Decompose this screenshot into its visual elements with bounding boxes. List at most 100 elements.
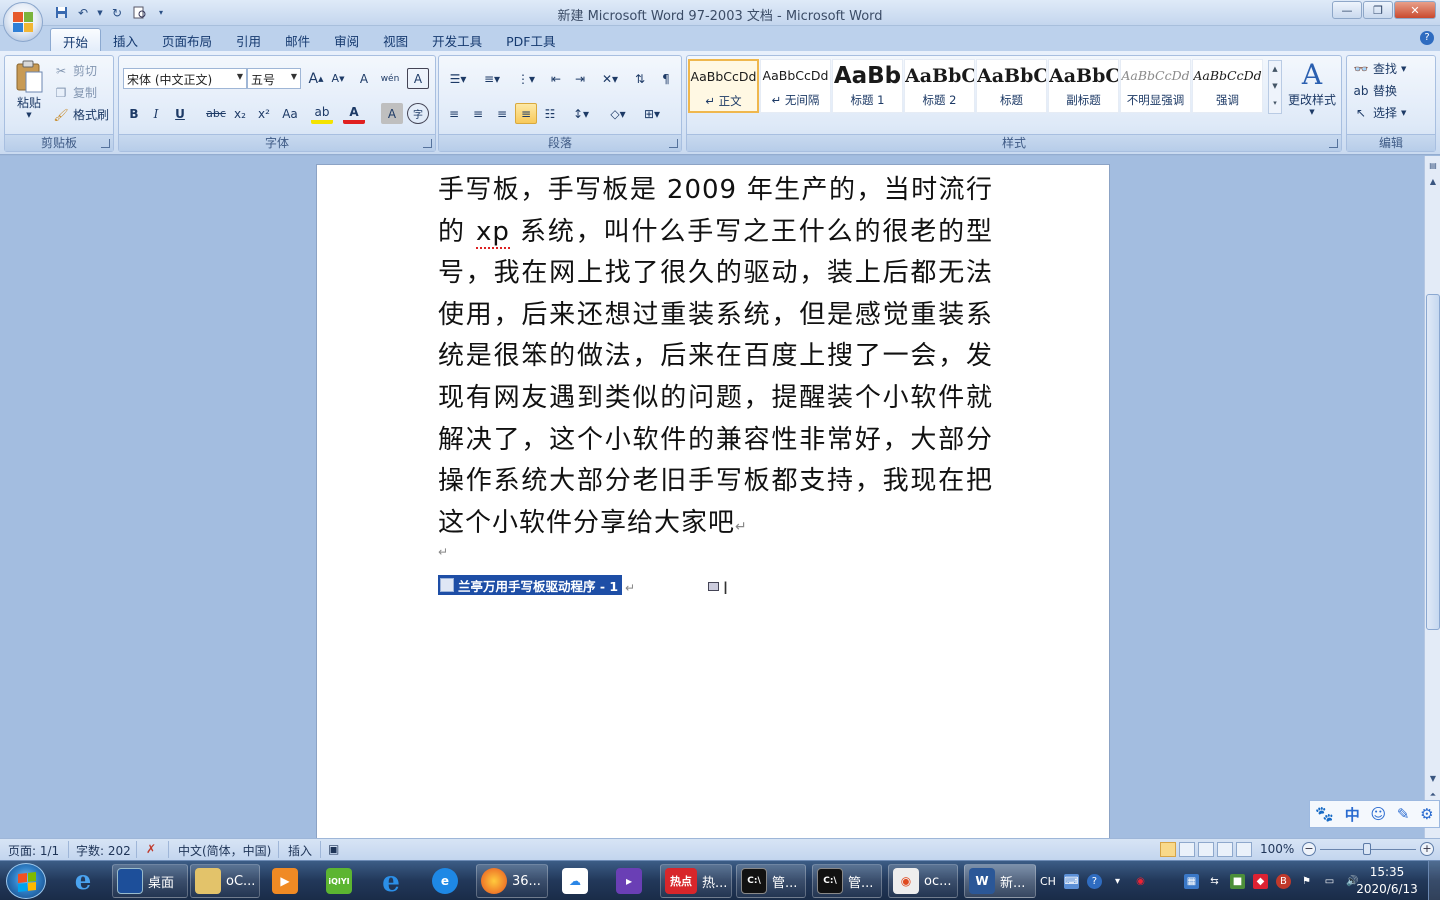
taskbar-word[interactable]: W 新... bbox=[964, 864, 1036, 898]
char-shading-button[interactable]: A bbox=[381, 103, 403, 124]
align-right-icon[interactable]: ≡ bbox=[491, 103, 513, 124]
chevron-down-icon[interactable]: ▾ bbox=[1110, 874, 1125, 889]
show-desktop-button[interactable] bbox=[1428, 861, 1440, 900]
record-icon[interactable]: ◉ bbox=[1133, 874, 1148, 889]
tab-mailings[interactable]: 邮件 bbox=[273, 28, 322, 51]
tab-page-layout[interactable]: 页面布局 bbox=[150, 28, 224, 51]
bold-button[interactable]: B bbox=[123, 103, 145, 124]
taskbar-cmd-2[interactable]: C:\ 管... bbox=[812, 864, 882, 898]
select-button[interactable]: ↖ 选择 ▼ bbox=[1353, 104, 1406, 121]
italic-button[interactable]: I bbox=[145, 103, 167, 124]
antivirus-icon[interactable]: B bbox=[1275, 873, 1291, 889]
distributed-icon[interactable]: ☷ bbox=[539, 103, 561, 124]
shrink-font-button[interactable]: A ▼ bbox=[327, 68, 349, 89]
display-icon[interactable]: ▭ bbox=[1322, 874, 1337, 889]
tab-view[interactable]: 视图 bbox=[371, 28, 420, 51]
grid-app-icon[interactable]: ▦ bbox=[1183, 873, 1199, 889]
scroll-up-arrow[interactable]: ▲ bbox=[1426, 174, 1440, 189]
underline-button[interactable]: U bbox=[169, 103, 191, 124]
outline-view-icon[interactable] bbox=[1217, 842, 1233, 857]
highlight-button[interactable]: ab bbox=[311, 103, 333, 124]
word-count[interactable]: 字数: 202 bbox=[76, 842, 131, 859]
emoji-icon[interactable]: ☺ bbox=[1371, 805, 1387, 823]
document-page[interactable]: 手写板，手写板是 2009 年生产的，当时流行的 xp 系统，叫什么手写之王什么… bbox=[316, 164, 1110, 838]
shading-icon[interactable]: ◇▾ bbox=[603, 103, 633, 124]
tab-home[interactable]: 开始 bbox=[50, 28, 102, 51]
style-heading-1[interactable]: AaBb 标题 1 bbox=[832, 59, 903, 113]
replace-button[interactable]: ab 替换 bbox=[1353, 82, 1398, 99]
taskbar-iqiyi[interactable]: iQIYI bbox=[322, 864, 362, 898]
multilevel-list-icon[interactable]: ⋮▾ bbox=[511, 68, 541, 89]
style-subtitle[interactable]: AaBbC 副标题 bbox=[1048, 59, 1119, 113]
style-heading-2[interactable]: AaBbC 标题 2 bbox=[904, 59, 975, 113]
clear-format-button[interactable]: A bbox=[353, 68, 375, 89]
restore-button[interactable]: ❐ bbox=[1363, 1, 1393, 19]
dialog-launcher-icon[interactable] bbox=[1329, 139, 1338, 148]
taskbar-firefox[interactable]: 36... bbox=[476, 864, 548, 898]
style-no-spacing[interactable]: AaBbCcDd ↵ 无间隔 bbox=[760, 59, 831, 113]
font-color-button[interactable]: A bbox=[343, 103, 365, 124]
minimize-button[interactable]: — bbox=[1332, 1, 1362, 19]
font-size-combo[interactable]: 五号 ▼ bbox=[247, 68, 301, 89]
char-border-button[interactable]: A bbox=[407, 68, 429, 89]
web-layout-view-icon[interactable] bbox=[1198, 842, 1214, 857]
taskbar-ie-pinned[interactable]: e bbox=[66, 864, 106, 898]
keyboard-icon[interactable]: ⌨ bbox=[1063, 873, 1079, 889]
change-styles-button[interactable]: A 更改样式 ▼ bbox=[1286, 59, 1338, 117]
taskbar-camera[interactable]: ◉ oc... bbox=[888, 864, 958, 898]
taskbar-desktop[interactable]: 桌面 bbox=[112, 864, 188, 898]
taskbar-baidu-netdisk[interactable]: ☁ bbox=[558, 864, 598, 898]
page-count[interactable]: 页面: 1/1 bbox=[8, 842, 59, 859]
tray-app-icon[interactable]: ◆ bbox=[1252, 873, 1268, 889]
scrollbar-thumb[interactable] bbox=[1426, 294, 1440, 630]
reading-view-icon[interactable] bbox=[1179, 842, 1195, 857]
taskbar-ie[interactable]: e bbox=[374, 864, 414, 898]
bullets-icon[interactable]: ☰▾ bbox=[443, 68, 473, 89]
proofing-icon[interactable]: ✗ bbox=[146, 842, 156, 856]
settings-icon[interactable]: ⚙ bbox=[1420, 805, 1433, 823]
align-left-icon[interactable]: ≡ bbox=[443, 103, 465, 124]
paste-button[interactable]: 粘贴 ▼ bbox=[11, 60, 47, 119]
numbering-icon[interactable]: ≡▾ bbox=[477, 68, 507, 89]
insert-mode[interactable]: 插入 bbox=[288, 842, 312, 859]
enclose-char-button[interactable]: 字 bbox=[407, 103, 429, 124]
sort-icon[interactable]: ⇅ bbox=[629, 68, 651, 89]
borders-icon[interactable]: ⊞▾ bbox=[637, 103, 667, 124]
styles-scroll[interactable]: ▲ ▼ ▾ bbox=[1268, 60, 1282, 114]
system-clock[interactable]: 15:35 2020/6/13 bbox=[1352, 864, 1422, 898]
help-icon[interactable]: ? bbox=[1420, 31, 1434, 45]
zoom-in-button[interactable]: + bbox=[1420, 842, 1434, 856]
format-painter-button[interactable]: 🖌 格式刷 bbox=[53, 106, 109, 123]
strikethrough-button[interactable]: abc bbox=[205, 103, 227, 124]
document-paragraph[interactable]: 手写板，手写板是 2009 年生产的，当时流行的 xp 系统，叫什么手写之王什么… bbox=[438, 170, 993, 548]
dialog-launcher-icon[interactable] bbox=[101, 139, 110, 148]
subscript-button[interactable]: x₂ bbox=[229, 103, 251, 124]
close-button[interactable]: ✕ bbox=[1394, 1, 1436, 19]
tab-references[interactable]: 引用 bbox=[224, 28, 273, 51]
scroll-down-arrow[interactable]: ▼ bbox=[1426, 771, 1440, 786]
draft-view-icon[interactable] bbox=[1236, 842, 1252, 857]
help-icon[interactable]: ? bbox=[1086, 873, 1102, 889]
zoom-out-button[interactable]: − bbox=[1302, 842, 1316, 856]
justify-icon[interactable]: ≡ bbox=[515, 103, 537, 124]
cut-button[interactable]: ✂ 剪切 bbox=[53, 62, 97, 79]
vertical-scrollbar[interactable]: ▤ ▲ ▼ ⏶ ● ⏷ bbox=[1424, 156, 1440, 838]
change-case-button[interactable]: Aa bbox=[279, 103, 301, 124]
grow-font-button[interactable]: A ▲ bbox=[305, 68, 327, 89]
style-subtle-emphasis[interactable]: AaBbCcDd 不明显强调 bbox=[1120, 59, 1191, 113]
taskbar-edge[interactable]: e bbox=[428, 864, 468, 898]
print-layout-view-icon[interactable] bbox=[1160, 842, 1176, 857]
taskbar-hot-news[interactable]: 热点 热... bbox=[660, 864, 732, 898]
style-title[interactable]: AaBbC 标题 bbox=[976, 59, 1047, 113]
show-marks-icon[interactable]: ¶ bbox=[655, 68, 677, 89]
dialog-launcher-icon[interactable] bbox=[423, 139, 432, 148]
office-button[interactable] bbox=[3, 2, 43, 42]
zoom-slider-thumb[interactable] bbox=[1363, 843, 1371, 855]
tab-pdf-tools[interactable]: PDF工具 bbox=[494, 28, 567, 51]
copy-button[interactable]: ❐ 复制 bbox=[53, 84, 97, 101]
tab-insert[interactable]: 插入 bbox=[101, 28, 150, 51]
find-button[interactable]: 👓 查找 ▼ bbox=[1353, 60, 1407, 77]
paw-icon[interactable]: 🐾 bbox=[1315, 805, 1334, 823]
tab-developer[interactable]: 开发工具 bbox=[420, 28, 494, 51]
font-name-combo[interactable]: 宋体 (中文正文) ▼ bbox=[123, 68, 247, 89]
